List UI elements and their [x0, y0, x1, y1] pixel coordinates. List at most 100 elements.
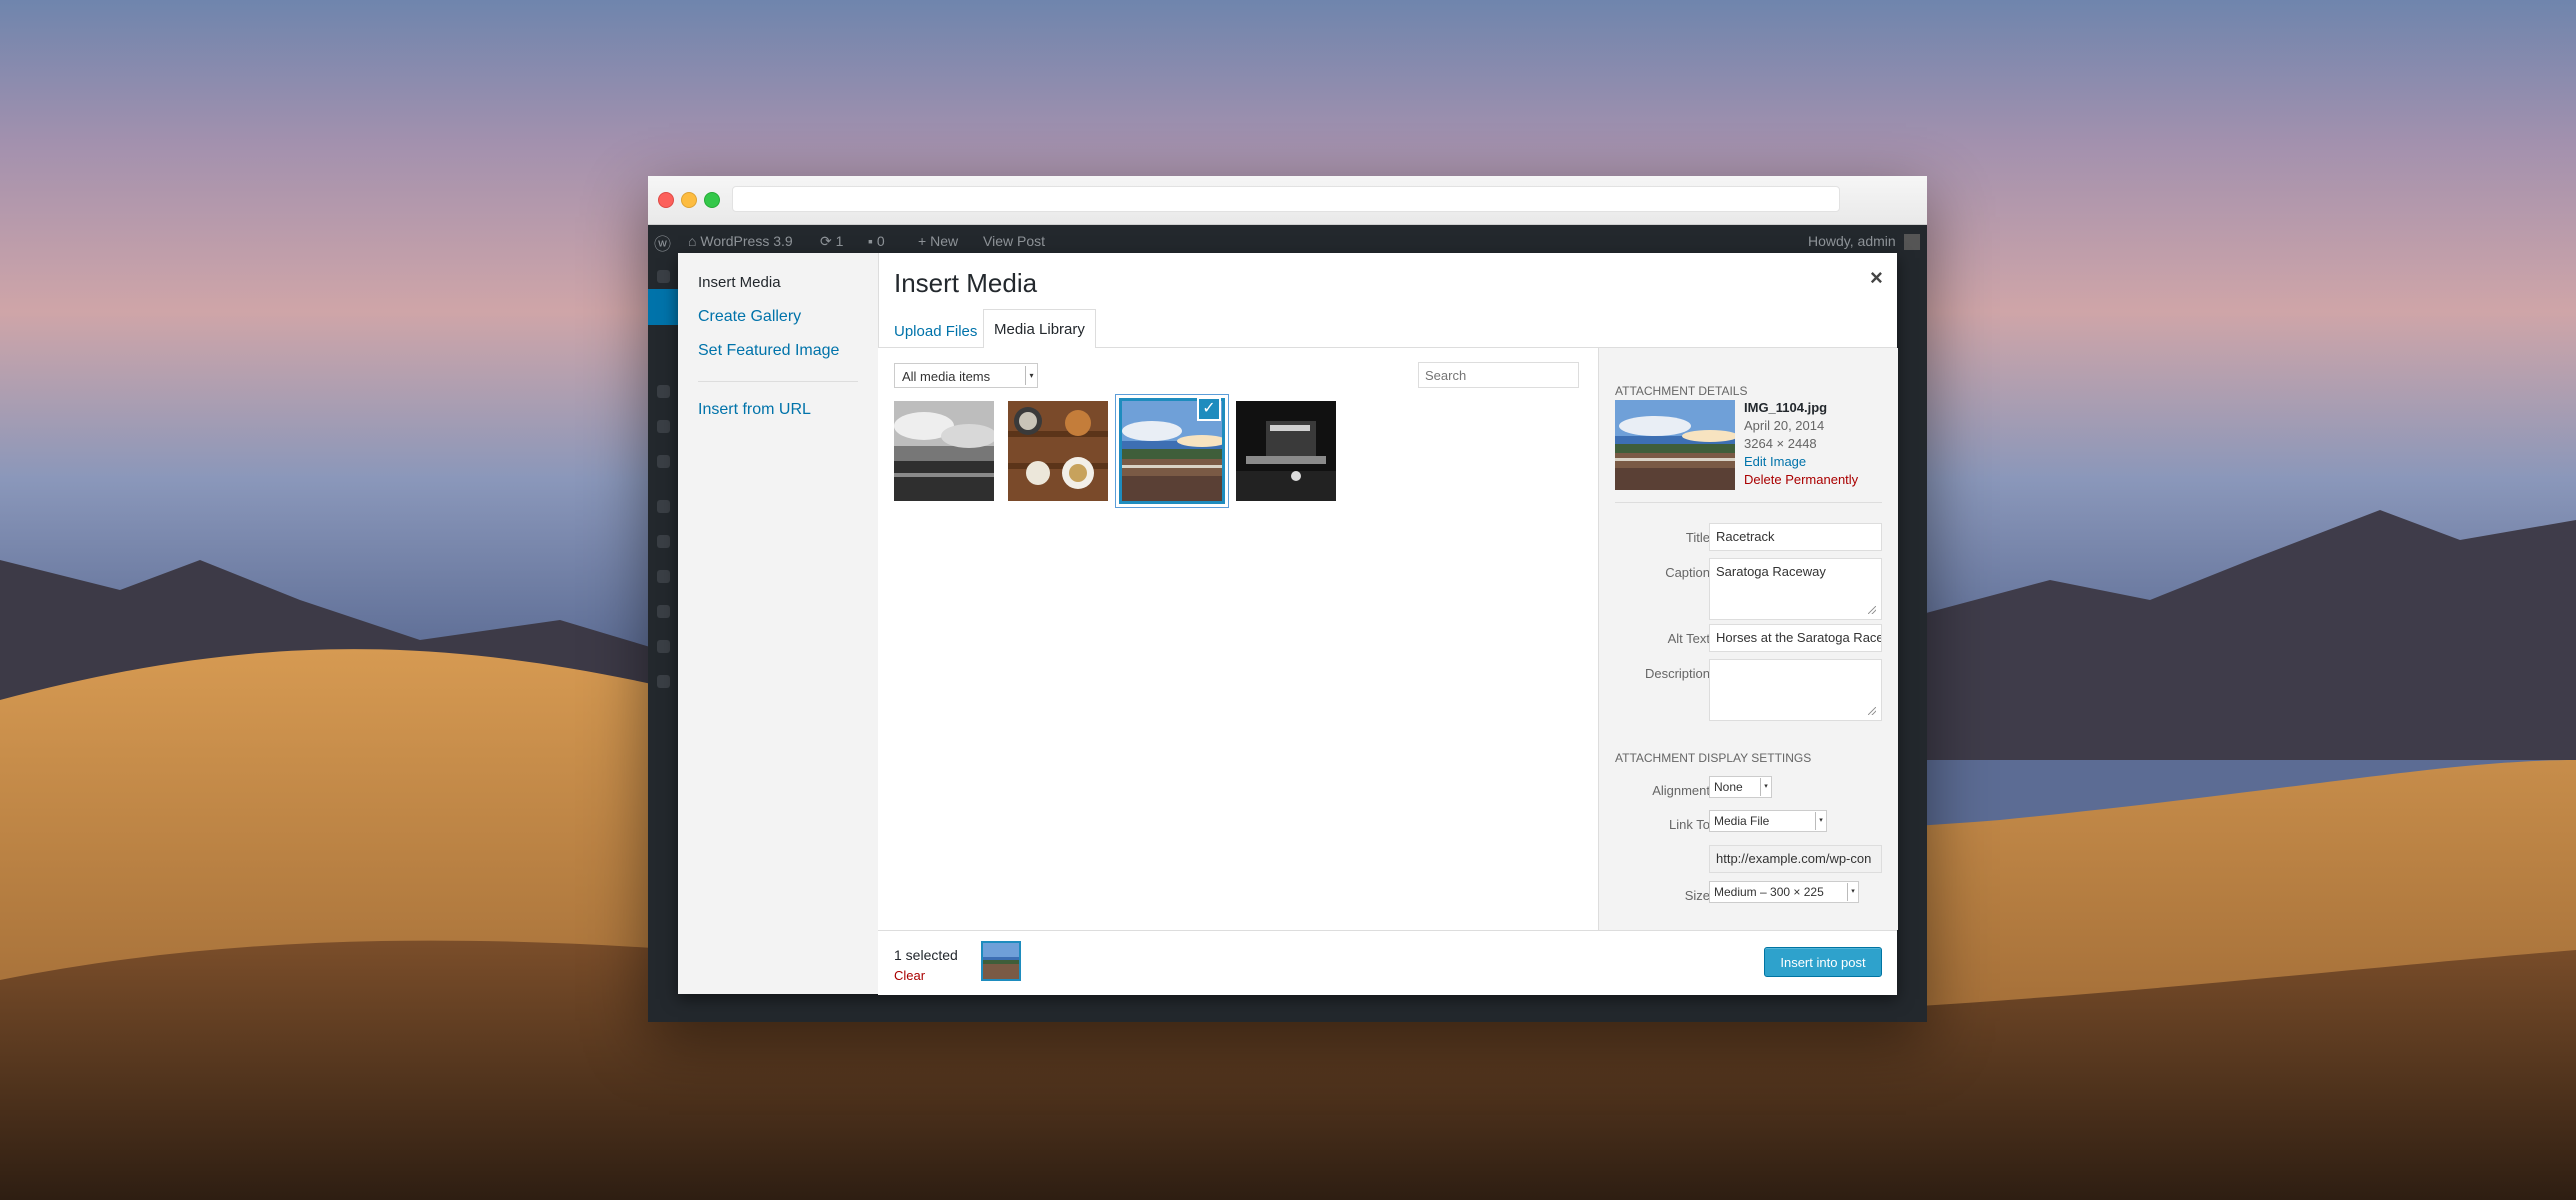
attachments-browser: All media items ▾ Search ✓: [878, 348, 1598, 930]
caption-text: Saratoga Raceway: [1716, 564, 1826, 579]
menu-create-gallery[interactable]: Create Gallery: [698, 308, 801, 326]
admin-menu: [648, 255, 678, 1022]
attachment-dimensions: 3264 × 2448: [1744, 436, 1817, 451]
close-window-button[interactable]: [658, 192, 674, 208]
title-label: Title: [1685, 530, 1710, 545]
caption-field[interactable]: Saratoga Raceway: [1709, 558, 1882, 620]
media-menu: Insert Media Create Gallery Set Featured…: [678, 253, 879, 994]
new-label: New: [930, 233, 959, 249]
link-to-value: Media File: [1714, 814, 1770, 828]
users-icon[interactable]: [657, 570, 670, 583]
chevron-down-icon: ▾: [1847, 883, 1858, 901]
home-icon: ⌂: [688, 233, 697, 249]
link-to-label: Link To: [1669, 817, 1710, 832]
plus-icon: +: [918, 233, 927, 249]
attachment-details-sidebar: Attachment Details IMG_1104.jpg April 20…: [1598, 348, 1898, 930]
filter-selected-value: All media items: [902, 369, 991, 384]
minimize-window-button[interactable]: [681, 192, 697, 208]
selection-count: 1 selected: [894, 947, 958, 963]
posts-icon[interactable]: [648, 289, 678, 325]
chevron-down-icon: ▾: [1760, 778, 1771, 796]
media-filter-select[interactable]: All media items ▾: [894, 363, 1038, 388]
chevron-down-icon: ▾: [1025, 366, 1037, 385]
collapse-menu-icon[interactable]: [657, 675, 670, 688]
alignment-value: None: [1714, 780, 1743, 794]
media-toolbar: 1 selected Clear Insert into post: [878, 930, 1897, 995]
menu-insert-from-url[interactable]: Insert from URL: [698, 401, 811, 419]
resize-grip-icon[interactable]: [1868, 707, 1876, 715]
link-url-field[interactable]: http://example.com/wp-con: [1709, 845, 1882, 873]
edit-image-link[interactable]: Edit Image: [1744, 454, 1806, 469]
plugins-icon[interactable]: [657, 535, 670, 548]
delete-permanently-link[interactable]: Delete Permanently: [1744, 472, 1858, 487]
attachment-thumb-night[interactable]: [1236, 401, 1336, 501]
title-field[interactable]: Racetrack: [1709, 523, 1882, 551]
attachment-date: April 20, 2014: [1744, 418, 1825, 433]
size-label: Size: [1684, 888, 1710, 903]
comment-icon: ▪: [868, 233, 873, 249]
updates-icon: ⟳: [820, 233, 832, 249]
menu-insert-media[interactable]: Insert Media: [698, 274, 781, 291]
size-select[interactable]: Medium – 300 × 225 ▾: [1709, 881, 1859, 903]
selection-thumb[interactable]: [981, 941, 1021, 981]
close-modal-button[interactable]: ×: [1870, 265, 1883, 291]
site-name: WordPress 3.9: [700, 233, 793, 249]
night-bw-image: [1236, 401, 1336, 501]
admin-bar-site[interactable]: ⌂ WordPress 3.9: [688, 233, 793, 249]
attachment-thumb-clouds[interactable]: [894, 401, 994, 501]
tab-media-library[interactable]: Media Library: [983, 309, 1096, 349]
updates-count: 1: [835, 233, 844, 249]
caption-label: Caption: [1665, 565, 1710, 580]
admin-bar-new[interactable]: + New: [918, 233, 958, 249]
window-titlebar: [648, 176, 1927, 225]
insert-into-post-button[interactable]: Insert into post: [1764, 947, 1882, 977]
insert-media-modal: Insert Media Create Gallery Set Featured…: [678, 253, 1898, 995]
chevron-down-icon: ▾: [1815, 812, 1826, 830]
details-divider: [1615, 502, 1882, 503]
link-to-select[interactable]: Media File ▾: [1709, 810, 1827, 832]
comments-menu-icon[interactable]: [657, 455, 670, 468]
checkmark-icon: ✓: [1202, 400, 1216, 417]
clear-selection-link[interactable]: Clear: [894, 968, 925, 983]
attachment-details-heading: Attachment Details: [1615, 384, 1748, 398]
appearance-icon[interactable]: [657, 500, 670, 513]
settings-icon[interactable]: [657, 640, 670, 653]
size-value: Medium – 300 × 225: [1714, 885, 1824, 899]
dashboard-icon[interactable]: [657, 270, 670, 283]
maximize-window-button[interactable]: [704, 192, 720, 208]
media-search-input[interactable]: [1418, 362, 1579, 388]
alignment-label: Alignment: [1652, 783, 1710, 798]
tab-upload-files[interactable]: Upload Files: [884, 316, 987, 347]
attachment-thumb-coffee[interactable]: [1008, 401, 1108, 501]
alignment-select[interactable]: None ▾: [1709, 776, 1772, 798]
avatar: [1903, 234, 1920, 251]
alt-text-label: Alt Text: [1667, 631, 1710, 646]
admin-bar-updates[interactable]: ⟳ 1: [820, 233, 843, 250]
wordpress-logo-icon[interactable]: ⓦ: [654, 230, 671, 255]
coffee-table-image: [1008, 401, 1108, 501]
alt-text-field[interactable]: Horses at the Saratoga Race: [1709, 624, 1882, 652]
menu-separator: [698, 381, 858, 382]
address-bar[interactable]: [732, 186, 1840, 212]
admin-bar-greeting[interactable]: Howdy, admin: [1808, 233, 1920, 251]
menu-set-featured-image[interactable]: Set Featured Image: [698, 342, 839, 360]
resize-grip-icon[interactable]: [1868, 606, 1876, 614]
media-router-tabs: Upload Files Media Library: [878, 307, 1897, 349]
selected-check-button[interactable]: ✓: [1197, 397, 1221, 421]
tools-icon[interactable]: [657, 605, 670, 618]
attachment-preview-thumb: [1615, 400, 1735, 490]
greeting-text: Howdy, admin: [1808, 233, 1896, 249]
media-icon[interactable]: [657, 385, 670, 398]
pages-icon[interactable]: [657, 420, 670, 433]
admin-bar-comments[interactable]: ▪ 0: [868, 233, 885, 249]
racetrack-preview-image: [1615, 400, 1735, 490]
display-settings-heading: Attachment Display Settings: [1615, 751, 1812, 765]
admin-footer: [678, 1004, 1927, 1022]
racetrack-mini-image: [983, 943, 1019, 979]
attachment-filename: IMG_1104.jpg: [1744, 400, 1828, 415]
clouds-bw-image: [894, 401, 994, 501]
admin-bar-view-post[interactable]: View Post: [983, 233, 1045, 249]
description-field[interactable]: [1709, 659, 1882, 721]
wp-admin-bar: ⓦ ⌂ WordPress 3.9 ⟳ 1 ▪ 0 + New View Pos…: [648, 225, 1927, 255]
modal-title: Insert Media: [894, 268, 1038, 298]
